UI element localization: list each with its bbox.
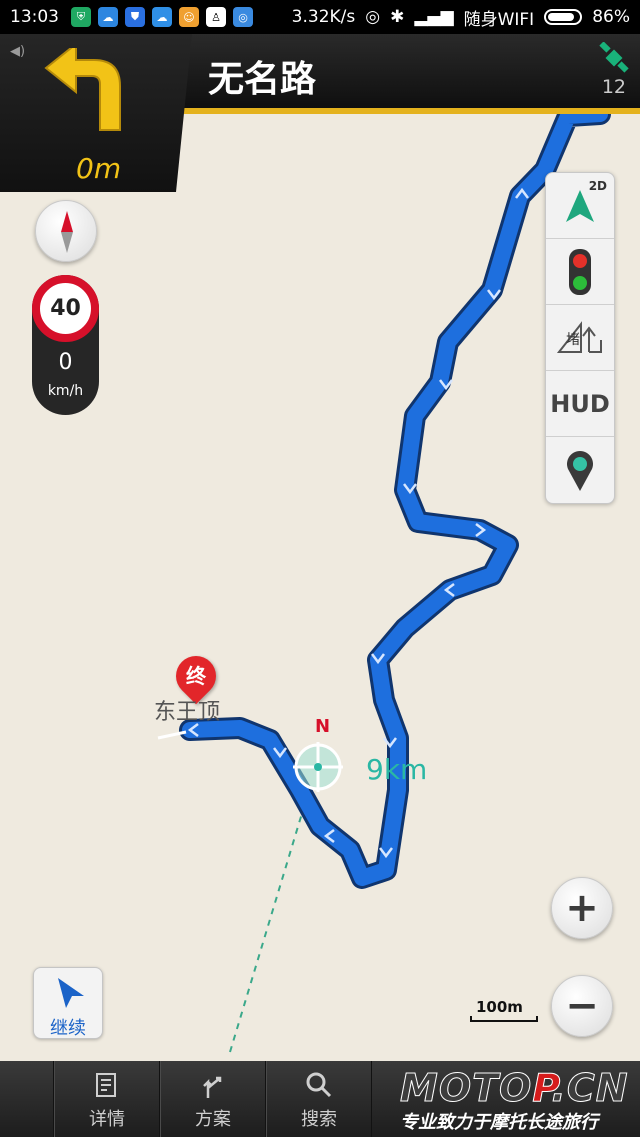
traffic-light-icon xyxy=(569,248,591,295)
detail-label: 详情 xyxy=(89,1109,125,1130)
continue-arrow-icon xyxy=(58,978,84,1008)
watermark-logo: MOTOP.CN 专业致力于摩托长途旅行 xyxy=(399,1066,640,1136)
speed-unit: km/h xyxy=(47,383,84,399)
location-pin-icon xyxy=(567,451,593,491)
shield-icon: ⛨ xyxy=(71,7,91,27)
clock: 13:03 xyxy=(10,7,59,27)
plus-icon: + xyxy=(565,885,599,931)
traffic-jam-icon xyxy=(556,320,602,353)
cloud-icon: ☁ xyxy=(152,7,172,27)
road-name: 无名路 xyxy=(208,59,317,100)
scale-bar xyxy=(470,1016,538,1022)
route-plan-tab[interactable]: 方案 xyxy=(160,1061,266,1137)
compass-button[interactable] xyxy=(35,200,97,262)
minus-icon: − xyxy=(565,983,599,1029)
app-icon: ◎ xyxy=(233,7,253,27)
status-bar: 13:03 ⛨ ☁ ⛊ ☁ ☺ ♙ ◎ 3.32K/s ◎ ✱ ▂▄▆ 随身WI… xyxy=(0,0,640,34)
traffic-jam-label: 堵 xyxy=(566,332,580,348)
traffic-light-button[interactable] xyxy=(546,239,614,305)
destination-badge: 终 xyxy=(186,664,206,688)
bottom-bar-spacer xyxy=(0,1061,54,1137)
detail-icon xyxy=(96,1073,116,1097)
turn-distance: 0m xyxy=(76,152,122,185)
watermark-slogan: 专业致力于摩托长途旅行 xyxy=(400,1112,598,1133)
satellite-count: 12 xyxy=(601,76,626,98)
volume-icon[interactable]: ◀) xyxy=(10,44,25,59)
zoom-out-button[interactable]: − xyxy=(551,975,613,1037)
search-tab[interactable]: 搜索 xyxy=(266,1061,372,1137)
qq-icon: ♙ xyxy=(206,7,226,27)
current-speed: 0 xyxy=(58,350,73,375)
north-indicator: N xyxy=(315,716,331,737)
detail-tab[interactable]: 详情 xyxy=(54,1061,160,1137)
compass-icon xyxy=(61,211,73,253)
guidance-line xyxy=(229,799,307,1053)
hud-label: HUD xyxy=(550,389,610,418)
zoom-in-button[interactable]: + xyxy=(551,877,613,939)
game-icon: ☺ xyxy=(179,7,199,27)
watermark-brand: MOTOP.CN xyxy=(399,1066,629,1111)
hotspot-icon: ◎ xyxy=(365,7,381,27)
net-speed: 3.32K/s xyxy=(291,7,356,27)
location-pin-button[interactable] xyxy=(546,437,614,503)
speed-limit-sign: 40 xyxy=(32,275,99,342)
scale-label: 100m xyxy=(476,998,523,1016)
battery-percent: 86% xyxy=(592,7,630,27)
continue-label: 继续 xyxy=(50,1018,86,1039)
bluetooth-icon: ✱ xyxy=(390,7,405,27)
search-icon xyxy=(306,1072,332,1098)
traffic-jam-button[interactable]: 堵 xyxy=(546,305,614,371)
route-plan-label: 方案 xyxy=(195,1109,231,1130)
view-mode-button[interactable]: 2D xyxy=(546,173,614,239)
view-mode-label: 2D xyxy=(588,179,607,193)
turn-left-icon xyxy=(44,48,121,131)
destination-name: 东王顶 xyxy=(154,700,221,725)
signal-icon: ▂▄▆ xyxy=(414,7,454,27)
remaining-distance: 9km xyxy=(366,753,428,786)
satellite-icon xyxy=(599,42,629,73)
map-toolbar: 2D 堵 HUD xyxy=(545,172,615,504)
route-plan-icon xyxy=(203,1076,222,1098)
hud-button[interactable]: HUD xyxy=(546,371,614,437)
battery-icon xyxy=(544,9,583,25)
cloud-app-icon: ☁ xyxy=(98,7,118,27)
network-label: 随身WIFI xyxy=(463,9,535,30)
search-label: 搜索 xyxy=(301,1109,337,1130)
shield-app-icon: ⛊ xyxy=(125,7,145,27)
